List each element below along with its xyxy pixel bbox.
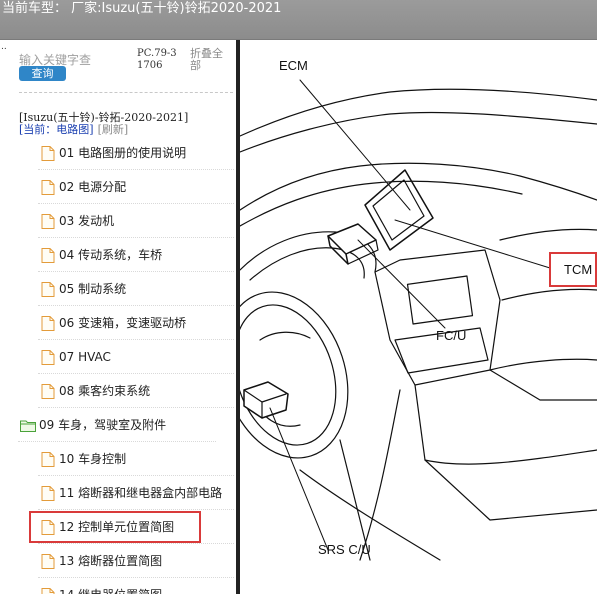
document-icon — [41, 350, 55, 365]
corner-mark: .. — [1, 42, 7, 52]
document-icon — [41, 214, 55, 229]
tree-item-label: 02 电源分配 — [59, 180, 127, 194]
tcm-highlight — [549, 252, 597, 287]
tree-item-label: 07 HVAC — [59, 350, 111, 364]
callout-srs-cu: SRS C/U — [318, 542, 371, 557]
tree-item-14[interactable]: 14 继电器位置简图 — [38, 578, 234, 594]
document-icon — [41, 486, 55, 501]
tree-item-07[interactable]: 07 HVAC — [38, 340, 234, 374]
document-icon — [41, 180, 55, 195]
document-icon — [41, 146, 55, 161]
document-icon — [41, 282, 55, 297]
tree-item-04[interactable]: 04 传动系统，车桥 — [38, 238, 234, 272]
collapse-all-link[interactable]: 折叠全部 — [190, 48, 232, 72]
tree-item-label: 09 车身，驾驶室及附件 — [39, 418, 167, 432]
search-button[interactable]: 查询 — [19, 66, 66, 81]
tree-item-label: 01 电路图册的使用说明 — [59, 146, 187, 160]
tree-item-08[interactable]: 08 乘客约束系统 — [38, 374, 234, 408]
sidebar: .. 查询 PC.79-31706 折叠全部 [Isuzu(五十铃)-铃拓-20… — [0, 40, 236, 594]
document-icon — [41, 452, 55, 467]
tree-item-13[interactable]: 13 熔断器位置简图 — [38, 544, 234, 578]
current-location: [当前：电路图] [刷新] — [19, 121, 128, 137]
tree-item-06[interactable]: 06 变速箱，变速驱动桥 — [38, 306, 234, 340]
current-label: [当前：电路图] — [19, 123, 94, 136]
selected-item-highlight — [29, 511, 201, 543]
title-bar: 当前车型： 厂家:Isuzu(五十铃)铃拓2020-2021 — [0, 0, 597, 40]
tree-item-label: 11 熔断器和继电器盒内部电路 — [59, 486, 223, 500]
tree-item-02[interactable]: 02 电源分配 — [38, 170, 234, 204]
tree-item-label: 03 发动机 — [59, 214, 115, 228]
document-icon — [41, 554, 55, 569]
tree-item-label: 06 变速箱，变速驱动桥 — [59, 316, 187, 330]
tree-item-label: 10 车身控制 — [59, 452, 127, 466]
tree-item-10[interactable]: 10 车身控制 — [38, 442, 234, 476]
tree-item-label: 04 传动系统，车桥 — [59, 248, 163, 262]
tree-item-label: 13 熔断器位置简图 — [59, 554, 163, 568]
document-icon — [41, 384, 55, 399]
tree-folder-09[interactable]: 09 车身，驾驶室及附件 — [18, 408, 216, 442]
refresh-link[interactable]: [刷新] — [98, 123, 129, 136]
diagram-panel: ECM TCM FC/U SRS C/U — [240, 40, 597, 594]
callout-ecm: ECM — [279, 58, 308, 73]
callout-fcu: FC/U — [436, 328, 467, 343]
tree-item-03[interactable]: 03 发动机 — [38, 204, 234, 238]
folder-open-icon — [20, 420, 36, 432]
divider — [19, 92, 233, 93]
document-icon — [41, 248, 55, 263]
tree-item-11[interactable]: 11 熔断器和继电器盒内部电路 — [38, 476, 234, 510]
document-icon — [41, 588, 55, 594]
tree-item-label: 05 制动系统 — [59, 282, 127, 296]
pc-code: PC.79-31706 — [137, 48, 177, 71]
tree-item-label: 14 继电器位置简图 — [59, 578, 162, 594]
tree-item-label: 08 乘客约束系统 — [59, 384, 151, 398]
document-icon — [41, 316, 55, 331]
tree-item-05[interactable]: 05 制动系统 — [38, 272, 234, 306]
tree-item-01[interactable]: 01 电路图册的使用说明 — [38, 136, 234, 170]
window-title: 当前车型： 厂家:Isuzu(五十铃)铃拓2020-2021 — [2, 1, 282, 16]
dashboard-line-drawing — [240, 79, 597, 561]
